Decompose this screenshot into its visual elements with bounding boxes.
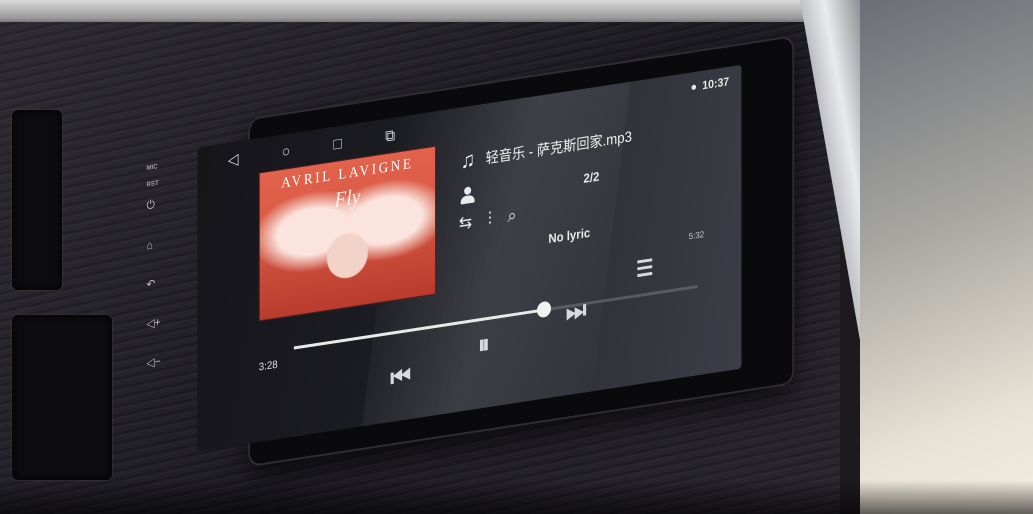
track-count: 2/2	[583, 168, 600, 186]
clock: 10:37	[702, 74, 730, 93]
location-pin-icon: ●	[690, 79, 697, 95]
bottom-shadow	[0, 480, 1033, 514]
nav-home-icon[interactable]: ○	[282, 143, 290, 161]
playlist-button[interactable]: ☰	[636, 255, 653, 283]
music-player-screen: ◁ ○ □ ⧉ ● 10:37 AVRIL LAVIGNE Fly ♫ 轻音乐 …	[197, 64, 742, 452]
artist-row	[460, 186, 475, 206]
search-icon[interactable]: ⌕	[508, 205, 517, 227]
person-icon	[460, 186, 475, 206]
car-dashboard-scene: MIC RST ⏻ ⌂ ↶ ◁+ ◁− ◁ ○ □ ⧉ ● 10:37 AVRI…	[0, 0, 1033, 514]
air-vent	[12, 110, 62, 290]
equalizer-icon[interactable]: ⫶	[488, 209, 492, 230]
status-bar: ● 10:37	[691, 74, 730, 94]
car-window	[860, 0, 1033, 514]
nav-recents-icon[interactable]: □	[333, 135, 341, 153]
elapsed-time: 3:28	[258, 358, 278, 374]
album-art: AVRIL LAVIGNE Fly	[258, 145, 437, 322]
next-button[interactable]: ⏭	[566, 294, 587, 328]
air-vent	[12, 315, 112, 480]
nav-split-icon[interactable]: ⧉	[385, 127, 395, 145]
nav-back-icon[interactable]: ◁	[228, 151, 239, 169]
music-note-icon: ♫	[460, 146, 476, 174]
duration: 5:32	[688, 229, 705, 242]
pause-button[interactable]: ⏸	[478, 329, 489, 362]
repeat-icon[interactable]: ⇆	[459, 212, 472, 235]
previous-button[interactable]: ⏮	[390, 360, 411, 394]
